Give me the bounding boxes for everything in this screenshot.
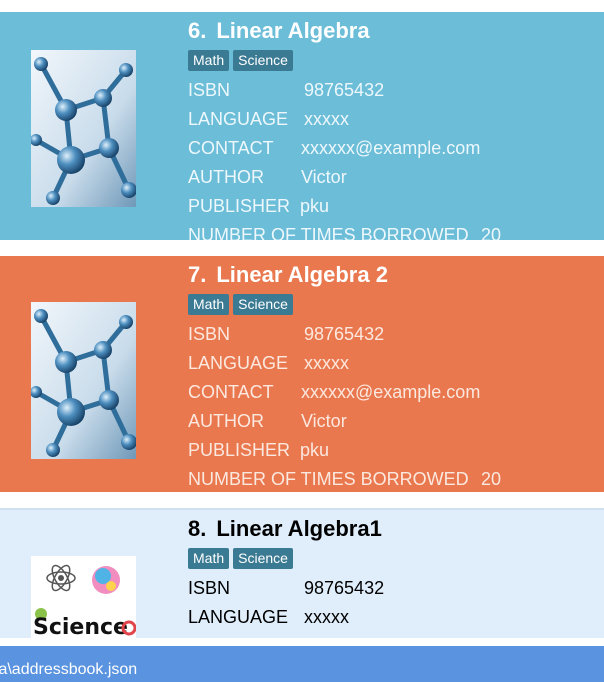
book-title-text: Linear Algebra	[216, 18, 370, 43]
book-index: 8.	[188, 516, 207, 541]
isbn-label: ISBN	[188, 80, 231, 100]
contact-row: CONTACT xxxxxx@example.com	[188, 378, 604, 407]
book-cover-image: Science	[31, 556, 136, 638]
book-cover-image	[31, 302, 136, 459]
author-label: AUTHOR	[188, 167, 264, 187]
book-title: 6. Linear Algebra	[188, 16, 604, 48]
publisher-row: PUBLISHER pku	[188, 436, 604, 465]
language-value: xxxxx	[304, 353, 349, 373]
contact-label: CONTACT	[188, 138, 274, 158]
molecule-cover-image	[31, 50, 136, 207]
tag-list: Math Science	[188, 548, 604, 574]
language-label: LANGUAGE	[188, 109, 289, 129]
book-index: 7.	[188, 262, 207, 287]
language-value: xxxxx	[304, 109, 349, 129]
book-title: 7. Linear Algebra 2	[188, 260, 604, 292]
isbn-value: 98765432	[304, 324, 385, 344]
book-card[interactable]: 6. Linear Algebra Math Science ISBN 9876543…	[0, 12, 604, 240]
publisher-value: pku	[300, 440, 330, 460]
author-value: Victor	[301, 411, 347, 431]
publisher-value: pku	[300, 196, 330, 216]
author-row: AUTHOR Victor	[188, 407, 604, 436]
contact-value: xxxxxx@example.com	[301, 382, 481, 402]
language-label: LANGUAGE	[188, 353, 289, 373]
language-label: LANGUAGE	[188, 607, 289, 627]
borrowed-value: 20	[481, 469, 502, 489]
cover-text: Science	[33, 615, 128, 638]
author-value: Victor	[301, 167, 347, 187]
tag-math: Math	[188, 294, 230, 315]
tag-math: Math	[188, 50, 230, 71]
language-row: LANGUAGE xxxxx	[188, 603, 604, 632]
book-title-text: Linear Algebra 2	[216, 262, 388, 287]
publisher-row: PUBLISHER pku	[188, 192, 604, 221]
borrowed-row: NUMBER OF TIMES BORROWED 20	[188, 221, 604, 240]
language-row: LANGUAGE xxxxx	[188, 105, 604, 134]
tag-science: Science	[233, 294, 293, 315]
language-row: LANGUAGE xxxxx	[188, 349, 604, 378]
status-bar-file-path: ta\addressbook.json	[0, 646, 604, 682]
author-row: AUTHOR Victor	[188, 163, 604, 192]
isbn-label: ISBN	[188, 324, 231, 344]
isbn-row: ISBN 98765432	[188, 574, 604, 603]
isbn-label: ISBN	[188, 578, 231, 598]
publisher-label: PUBLISHER	[188, 196, 291, 216]
isbn-row: ISBN 98765432	[188, 76, 604, 105]
author-label: AUTHOR	[188, 411, 264, 431]
isbn-value: 98765432	[304, 578, 385, 598]
borrowed-value: 20	[481, 225, 502, 240]
tag-list: Math Science	[188, 294, 604, 320]
book-title-text: Linear Algebra1	[216, 516, 382, 541]
molecule-cover-image	[31, 302, 136, 459]
borrowed-label: NUMBER OF TIMES BORROWED	[188, 225, 469, 240]
book-title: 8. Linear Algebra1	[188, 514, 604, 546]
publisher-label: PUBLISHER	[188, 440, 291, 460]
book-card[interactable]: Science 8. Linear Algebra1 Math Science IS…	[0, 508, 604, 638]
book-index: 6.	[188, 18, 207, 43]
tag-science: Science	[233, 50, 293, 71]
contact-row: CONTACT xxxxxx@example.com	[188, 134, 604, 163]
book-card[interactable]: 7. Linear Algebra 2 Math Science ISBN 98765…	[0, 256, 604, 492]
science-cover-image: Science	[31, 556, 136, 638]
isbn-value: 98765432	[304, 80, 385, 100]
borrowed-row: NUMBER OF TIMES BORROWED 20	[188, 465, 604, 492]
tag-math: Math	[188, 548, 230, 569]
isbn-row: ISBN 98765432	[188, 320, 604, 349]
tag-list: Math Science	[188, 50, 604, 76]
language-value: xxxxx	[304, 607, 349, 627]
contact-value: xxxxxx@example.com	[301, 138, 481, 158]
contact-label: CONTACT	[188, 382, 274, 402]
book-cover-image	[31, 50, 136, 207]
borrowed-label: NUMBER OF TIMES BORROWED	[188, 469, 469, 489]
tag-science: Science	[233, 548, 293, 569]
